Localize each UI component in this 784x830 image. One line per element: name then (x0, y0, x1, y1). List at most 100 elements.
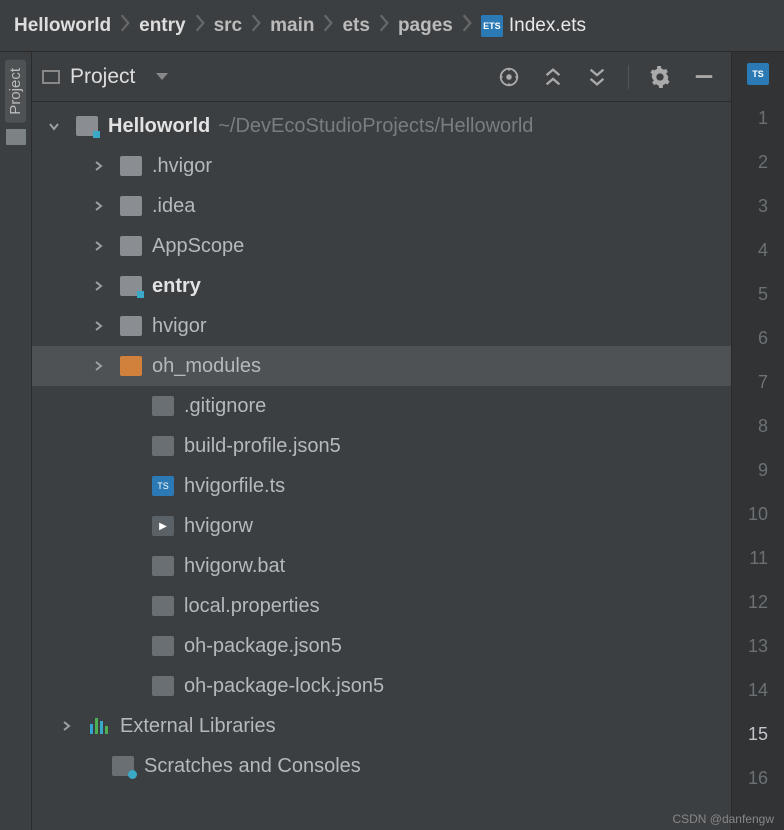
divider (628, 65, 629, 89)
crumb-pages[interactable]: pages (398, 15, 453, 37)
folder-icon (120, 236, 142, 256)
chevron-right-icon (194, 13, 206, 39)
library-icon (88, 716, 110, 736)
crumb-main[interactable]: main (270, 15, 314, 37)
line-number[interactable]: 7 (758, 360, 768, 404)
crumb-file-name: Index.ets (509, 15, 586, 37)
chevron-right-icon[interactable] (92, 200, 110, 212)
tree-item-hvigorw[interactable]: ▶hvigorw (32, 506, 731, 546)
file-icon (152, 396, 174, 416)
project-tree: Helloworld ~/DevEcoStudioProjects/Hellow… (32, 102, 731, 830)
collapse-all-button[interactable] (580, 60, 614, 94)
chevron-right-icon[interactable] (92, 280, 110, 292)
tree-item-label: .gitignore (184, 395, 266, 418)
tree-item-label: oh-package.json5 (184, 635, 342, 658)
tree-item-label: oh_modules (152, 355, 261, 378)
tree-item-label: hvigorw.bat (184, 555, 285, 578)
chevron-right-icon (322, 13, 334, 39)
tree-item-build-profile-json5[interactable]: build-profile.json5 (32, 426, 731, 466)
tree-item-oh-package-lock-json5[interactable]: oh-package-lock.json5 (32, 666, 731, 706)
tree-item-entry[interactable]: entry (32, 266, 731, 306)
line-number[interactable]: 8 (758, 404, 768, 448)
project-panel: Project Helloworld ~/DevEcoStudioProject… (32, 52, 732, 830)
line-number[interactable]: 15 (748, 712, 768, 756)
line-number[interactable]: 10 (748, 492, 768, 536)
line-number[interactable]: 9 (758, 448, 768, 492)
crumb-entry[interactable]: entry (139, 15, 185, 37)
tree-item-oh-package-json5[interactable]: oh-package.json5 (32, 626, 731, 666)
hide-button[interactable] (687, 60, 721, 94)
tree-item-label: local.properties (184, 595, 320, 618)
folder-icon (120, 156, 142, 176)
chevron-right-icon (461, 13, 473, 39)
project-icon (42, 70, 60, 84)
line-number[interactable]: 3 (758, 184, 768, 228)
file-icon (152, 596, 174, 616)
ets-file-icon: ETS (481, 15, 503, 37)
external-libraries[interactable]: External Libraries (32, 706, 731, 746)
line-number[interactable]: 13 (748, 624, 768, 668)
line-number[interactable]: 12 (748, 580, 768, 624)
tree-item--idea[interactable]: .idea (32, 186, 731, 226)
chevron-right-icon[interactable] (92, 320, 110, 332)
chevron-right-icon (250, 13, 262, 39)
file-icon (152, 636, 174, 656)
tree-item-local-properties[interactable]: local.properties (32, 586, 731, 626)
tab-project[interactable]: Project (5, 60, 26, 123)
chevron-right-icon[interactable] (60, 720, 78, 732)
panel-header: Project (32, 52, 731, 102)
line-number[interactable]: 1 (758, 96, 768, 140)
line-number[interactable]: 14 (748, 668, 768, 712)
panel-title[interactable]: Project (70, 65, 135, 89)
crumb-helloworld[interactable]: Helloworld (14, 15, 111, 37)
tree-item-label: hvigor (152, 315, 206, 338)
tree-root-path: ~/DevEcoStudioProjects/Helloworld (218, 115, 533, 138)
crumb-ets[interactable]: ets (342, 15, 369, 37)
tree-item-label: .idea (152, 195, 195, 218)
tree-item-hvigorfile-ts[interactable]: TShvigorfile.ts (32, 466, 731, 506)
chevron-down-icon[interactable] (48, 120, 66, 132)
crumb-src[interactable]: src (214, 15, 243, 37)
line-number[interactable]: 5 (758, 272, 768, 316)
expand-all-button[interactable] (536, 60, 570, 94)
project-folder-icon (76, 116, 98, 136)
tree-item-label: hvigorfile.ts (184, 475, 285, 498)
line-number[interactable]: 6 (758, 316, 768, 360)
tree-root[interactable]: Helloworld ~/DevEcoStudioProjects/Hellow… (32, 106, 731, 146)
chevron-right-icon[interactable] (92, 160, 110, 172)
tree-item-oh_modules[interactable]: oh_modules (32, 346, 731, 386)
watermark: CSDN @danfengw (672, 812, 774, 826)
folder-icon (120, 196, 142, 216)
breadcrumb: Helloworld entry src main ets pages ETS … (0, 0, 784, 52)
line-number[interactable]: 2 (758, 140, 768, 184)
file-icon (152, 556, 174, 576)
tree-item-label: build-profile.json5 (184, 435, 341, 458)
scratches-consoles[interactable]: Scratches and Consoles (32, 746, 731, 786)
chevron-down-icon[interactable] (155, 66, 169, 88)
scratches-label: Scratches and Consoles (144, 755, 361, 778)
line-number[interactable]: 4 (758, 228, 768, 272)
folder-icon (120, 356, 142, 376)
scratches-icon (112, 756, 134, 776)
chevron-right-icon[interactable] (92, 240, 110, 252)
file-icon (152, 676, 174, 696)
tree-item-hvigorw-bat[interactable]: hvigorw.bat (32, 546, 731, 586)
tool-window-stripe: Project (0, 52, 32, 830)
chevron-right-icon[interactable] (92, 360, 110, 372)
tree-item--hvigor[interactable]: .hvigor (32, 146, 731, 186)
tree-item-AppScope[interactable]: AppScope (32, 226, 731, 266)
select-opened-file-button[interactable] (492, 60, 526, 94)
tree-item-label: AppScope (152, 235, 244, 258)
file-icon (152, 436, 174, 456)
settings-button[interactable] (643, 60, 677, 94)
crumb-file[interactable]: ETS Index.ets (481, 15, 586, 37)
line-number[interactable]: 16 (748, 756, 768, 800)
tree-item-hvigor[interactable]: hvigor (32, 306, 731, 346)
tree-item--gitignore[interactable]: .gitignore (32, 386, 731, 426)
chevron-right-icon (119, 13, 131, 39)
editor-file-icon[interactable]: TS (732, 52, 784, 96)
tree-item-label: hvigorw (184, 515, 253, 538)
line-number[interactable]: 11 (749, 536, 768, 580)
structure-icon[interactable] (6, 129, 26, 145)
chevron-right-icon (378, 13, 390, 39)
